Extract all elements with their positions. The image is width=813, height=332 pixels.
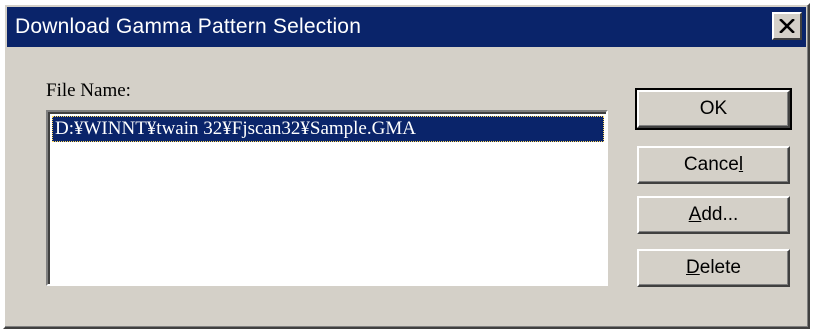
- title-bar[interactable]: Download Gamma Pattern Selection: [7, 7, 806, 47]
- list-item[interactable]: D:¥WINNT¥twain 32¥Fjscan32¥Sample.GMA: [52, 116, 604, 142]
- add-button-label: Add...: [689, 204, 739, 226]
- file-name-listbox[interactable]: D:¥WINNT¥twain 32¥Fjscan32¥Sample.GMA: [46, 110, 608, 286]
- dialog-title: Download Gamma Pattern Selection: [15, 15, 362, 38]
- ok-button-label: OK: [699, 98, 728, 119]
- cancel-button[interactable]: Cancel: [637, 146, 790, 184]
- delete-button[interactable]: Delete: [637, 249, 790, 287]
- file-name-label: File Name:: [46, 80, 131, 101]
- cancel-button-label: Cancel: [684, 154, 743, 176]
- close-button[interactable]: [772, 12, 802, 40]
- delete-label-text: elete: [699, 257, 741, 278]
- add-button[interactable]: Add...: [637, 196, 790, 234]
- add-label-text: dd...: [701, 204, 739, 225]
- cancel-label-text: Cance: [683, 154, 739, 175]
- ok-button[interactable]: OK: [635, 88, 792, 130]
- delete-button-label: Delete: [686, 257, 741, 279]
- close-icon: [779, 19, 795, 33]
- cancel-accelerator: l: [738, 154, 744, 175]
- delete-accelerator: D: [686, 257, 700, 278]
- add-accelerator: A: [688, 204, 702, 225]
